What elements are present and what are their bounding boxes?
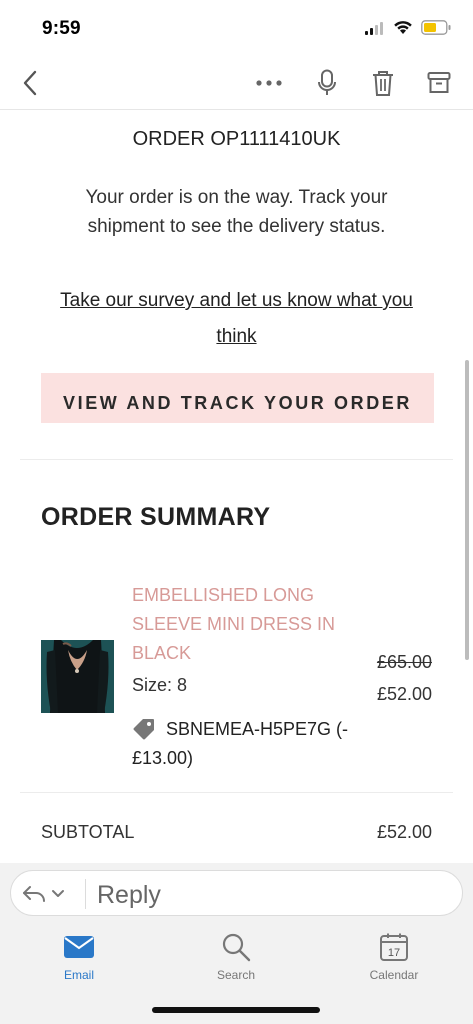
status-time: 9:59 [42,18,81,39]
discount-row: SBNEMEA-H5PE7G (-£13.00) [132,715,362,773]
reply-area: Reply [0,863,473,919]
microphone-icon [318,69,336,95]
reply-separator [85,879,86,909]
cellular-signal-icon [365,21,383,35]
divider [20,792,453,793]
trash-icon [373,71,393,96]
discount-code: SBNEMEA-H5PE7G (-£13.00) [132,719,349,768]
calendar-icon: 17 [377,931,411,963]
order-number: ORDER OP1111410UK [132,128,341,150]
delete-button[interactable] [366,66,400,100]
tab-email[interactable]: Email [19,931,139,991]
track-order-label: VIEW AND TRACK YOUR ORDER [62,393,412,413]
subtotal-label: SUBTOTAL [41,822,135,842]
chevron-left-icon [23,70,37,96]
tab-calendar-label: Calendar [369,968,419,982]
subtotal-value: £52.00 [376,822,432,842]
chevron-down-icon [52,890,64,897]
reply-options-button[interactable] [21,879,79,909]
dictation-button[interactable] [310,66,344,100]
wifi-icon [394,21,412,34]
archive-button[interactable] [422,66,456,100]
track-order-button[interactable]: VIEW AND TRACK YOUR ORDER [41,373,434,423]
battery-icon [421,20,451,35]
scrollbar[interactable] [465,360,469,660]
reply-arrow-icon [23,886,45,902]
product-size: Size: 8 [132,675,188,695]
tab-search-label: Search [216,968,256,982]
calendar-date: 17 [388,947,400,959]
dress-image-icon [41,640,114,713]
tab-calendar[interactable]: 17 Calendar [334,931,454,991]
back-button[interactable] [13,66,47,100]
archive-icon [427,72,451,93]
tab-email-label: Email [63,968,94,982]
home-indicator [152,1007,320,1013]
intro-text: Your order is on the way. Track your shi… [85,187,388,237]
more-button[interactable] [252,66,286,100]
product-name[interactable]: EMBELLISHED LONG SLEEVE MINI DRESS IN BL… [132,581,352,668]
order-summary-heading: ORDER SUMMARY [41,503,271,531]
survey-link[interactable]: Take our survey and let us know what you… [40,283,433,355]
tab-search[interactable]: Search [176,931,296,991]
search-icon [219,931,253,963]
current-price: £52.00 [376,684,432,704]
original-price: £65.00 [376,652,432,672]
divider [20,459,453,460]
status-icons [365,20,451,35]
reply-bar[interactable]: Reply [10,870,463,916]
status-bar: 9:59 [0,0,473,56]
tag-icon [133,719,154,740]
email-body[interactable]: ORDER OP1111410UK Your order is on the w… [0,111,473,863]
reply-input[interactable]: Reply [97,881,161,910]
envelope-icon [62,931,96,963]
nav-bar [0,56,473,110]
product-image[interactable] [41,640,114,713]
tab-bar: Email Search 17 Calendar [0,919,473,1024]
more-icon [256,80,282,86]
